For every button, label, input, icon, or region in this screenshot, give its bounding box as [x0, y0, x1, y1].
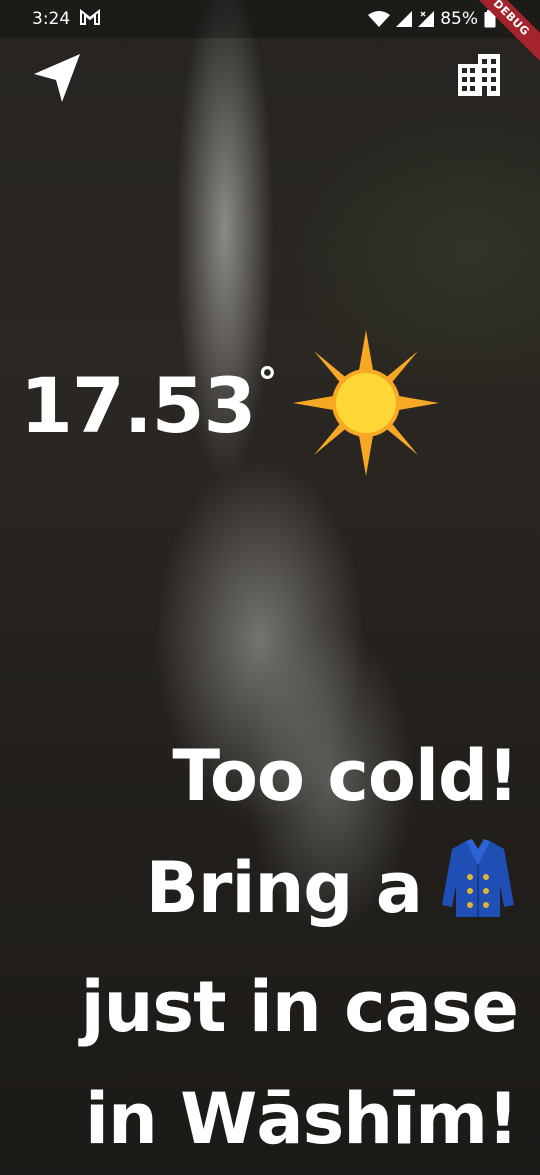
temperature-value: 17.53 — [20, 360, 256, 450]
status-bar: 3:24 85% — [0, 0, 540, 38]
message-line-3: just in case — [80, 965, 519, 1048]
battery-percent: 85% — [440, 9, 478, 29]
temperature-unit: ° — [257, 360, 278, 406]
coat-icon — [438, 835, 518, 951]
sun-icon — [291, 328, 441, 482]
temperature-display: 17.53 ° — [20, 330, 441, 480]
city-button[interactable] — [452, 50, 508, 106]
weather-message: Too cold! Bring a just in case in Wāshīm… — [18, 720, 519, 1175]
status-time: 3:24 — [32, 9, 71, 29]
location-button[interactable] — [30, 50, 86, 106]
signal-noservice-icon — [418, 11, 435, 27]
message-line-2-row: Bring a — [18, 832, 518, 951]
navigation-arrow-icon — [30, 54, 86, 110]
message-line-4: in Wāshīm! — [84, 1077, 519, 1160]
message-line-1: Too cold! — [172, 735, 519, 817]
wifi-icon — [368, 11, 391, 27]
signal-icon — [396, 11, 413, 27]
city-buildings-icon — [452, 54, 508, 110]
message-line-2: Bring a — [145, 847, 423, 929]
status-icons: 85% — [368, 9, 496, 29]
gmail-icon — [80, 8, 100, 30]
